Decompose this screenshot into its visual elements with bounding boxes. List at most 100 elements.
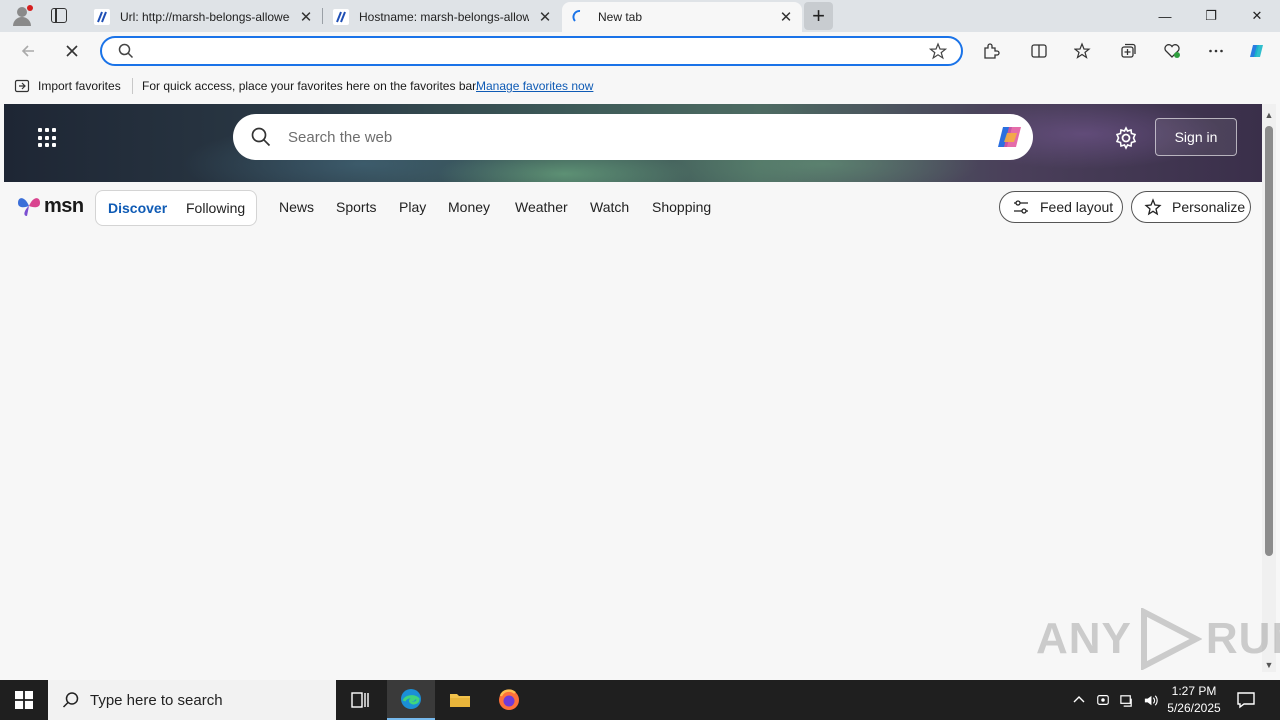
feed-layout-label: Feed layout bbox=[1040, 199, 1114, 215]
msn-new-tab-page: Sign in msn Discover Following News Spor… bbox=[4, 104, 1262, 676]
clock-date: 5/26/2025 bbox=[1167, 701, 1221, 715]
task-view-icon bbox=[351, 692, 369, 708]
edge-taskbar-button[interactable] bbox=[387, 680, 435, 720]
system-clock[interactable]: 1:27 PM 5/26/2025 bbox=[1162, 683, 1226, 717]
tab-url[interactable]: Url: http://marsh-belongs-allowed ✕ bbox=[84, 2, 322, 32]
address-input[interactable] bbox=[142, 41, 922, 61]
favorites-hint: For quick access, place your favorites h… bbox=[142, 79, 479, 93]
puzzle-icon bbox=[984, 43, 1000, 59]
msn-logo-text: msn bbox=[44, 194, 84, 217]
nav-shopping[interactable]: Shopping bbox=[652, 199, 711, 215]
address-bar[interactable] bbox=[100, 36, 963, 66]
tab-discover[interactable]: Discover bbox=[108, 200, 167, 216]
collections-icon bbox=[1121, 43, 1136, 58]
heart-pulse-icon bbox=[1164, 44, 1180, 58]
show-hidden-icons-icon[interactable] bbox=[1070, 691, 1088, 709]
play-triangle-icon bbox=[1140, 608, 1202, 670]
profile-avatar-icon[interactable] bbox=[10, 4, 34, 28]
back-arrow-icon bbox=[21, 45, 34, 57]
tab-close-icon[interactable]: ✕ bbox=[776, 7, 796, 27]
copilot-button[interactable] bbox=[1243, 38, 1271, 64]
sliders-icon bbox=[1014, 200, 1028, 214]
tab-new-tab[interactable]: New tab ✕ bbox=[562, 2, 802, 32]
windows-logo-icon bbox=[15, 691, 33, 709]
split-screen-icon bbox=[1031, 44, 1047, 58]
edge-browser-icon bbox=[401, 689, 421, 709]
nav-news[interactable]: News bbox=[279, 199, 314, 215]
notifications-icon[interactable] bbox=[1236, 690, 1256, 710]
watermark-text-right: RUN bbox=[1205, 614, 1280, 663]
import-favorites-button[interactable]: Import favorites bbox=[14, 78, 121, 94]
scroll-thumb[interactable] bbox=[1265, 126, 1273, 556]
tab-close-icon[interactable]: ✕ bbox=[296, 7, 316, 27]
task-view-button[interactable] bbox=[336, 680, 384, 720]
personalize-button[interactable]: Personalize bbox=[1131, 191, 1251, 223]
nav-play[interactable]: Play bbox=[399, 199, 426, 215]
search-icon bbox=[251, 127, 271, 147]
settings-more-button[interactable] bbox=[1202, 38, 1230, 64]
new-tab-button[interactable]: + bbox=[804, 2, 833, 30]
scroll-up-arrow-icon[interactable]: ▲ bbox=[1264, 110, 1274, 120]
import-icon bbox=[14, 79, 30, 93]
meet-now-icon[interactable] bbox=[1094, 691, 1112, 709]
manage-favorites-link[interactable]: Manage favorites now bbox=[476, 79, 593, 93]
nav-weather[interactable]: Weather bbox=[515, 199, 568, 215]
sign-in-button[interactable]: Sign in bbox=[1155, 118, 1237, 156]
personalize-label: Personalize bbox=[1172, 199, 1246, 215]
network-icon[interactable] bbox=[1117, 691, 1135, 709]
hero-background: Sign in bbox=[4, 104, 1262, 182]
volume-icon[interactable] bbox=[1141, 691, 1159, 709]
tab-actions-icon[interactable] bbox=[51, 8, 67, 23]
favorites-button[interactable] bbox=[1069, 38, 1097, 64]
firefox-icon bbox=[499, 689, 519, 710]
tab-following[interactable]: Following bbox=[186, 200, 245, 216]
nav-sports[interactable]: Sports bbox=[336, 199, 376, 215]
tab-hostname[interactable]: Hostname: marsh-belongs-allowed ✕ bbox=[323, 2, 561, 32]
copilot-icon bbox=[1250, 45, 1263, 57]
app-launcher-icon[interactable] bbox=[38, 128, 58, 148]
favorites-bar: Import favorites For quick access, place… bbox=[0, 70, 1280, 102]
tab-title: New tab bbox=[598, 10, 643, 24]
extensions-button[interactable] bbox=[977, 38, 1005, 64]
nav-money[interactable]: Money bbox=[448, 199, 490, 215]
windows-taskbar: Type here to search 1:27 PM 5/26/2025 bbox=[0, 680, 1280, 720]
search-icon bbox=[62, 692, 79, 708]
tab-title: Hostname: marsh-belongs-allowed bbox=[359, 10, 529, 24]
tab-title: Url: http://marsh-belongs-allowed bbox=[120, 10, 290, 24]
favorite-star-icon[interactable] bbox=[929, 42, 947, 60]
clock-time: 1:27 PM bbox=[1171, 684, 1217, 698]
taskbar-search-placeholder: Type here to search bbox=[90, 691, 223, 709]
settings-gear-icon[interactable] bbox=[1114, 126, 1138, 150]
stop-button[interactable] bbox=[58, 38, 86, 64]
feed-layout-button[interactable]: Feed layout bbox=[999, 191, 1123, 223]
anyrun-watermark: ANY RUN bbox=[1036, 608, 1280, 670]
taskbar-search[interactable]: Type here to search bbox=[48, 680, 336, 720]
tab-strip: Url: http://marsh-belongs-allowed ✕ Host… bbox=[0, 0, 1280, 32]
msn-logo[interactable]: msn bbox=[16, 194, 84, 218]
msn-butterfly-icon bbox=[18, 198, 40, 216]
web-search-input[interactable] bbox=[288, 127, 968, 147]
browser-essentials-button[interactable] bbox=[1158, 38, 1186, 64]
collections-button[interactable] bbox=[1114, 38, 1142, 64]
restore-button[interactable]: ❐ bbox=[1188, 0, 1234, 32]
split-screen-button[interactable] bbox=[1025, 38, 1053, 64]
divider bbox=[132, 78, 133, 94]
close-window-button[interactable]: ✕ bbox=[1234, 0, 1280, 32]
minimize-button[interactable]: — bbox=[1142, 0, 1188, 32]
file-explorer-button[interactable] bbox=[436, 680, 484, 720]
search-icon bbox=[118, 43, 134, 59]
nav-watch[interactable]: Watch bbox=[590, 199, 629, 215]
tab-close-icon[interactable]: ✕ bbox=[535, 7, 555, 27]
loading-spinner-icon bbox=[572, 9, 588, 25]
firefox-button[interactable] bbox=[485, 680, 533, 720]
start-button[interactable] bbox=[0, 680, 48, 720]
page-scrollbar[interactable]: ▲ ▼ bbox=[1262, 104, 1276, 672]
feed-navigation: msn Discover Following News Sports Play … bbox=[4, 188, 1262, 228]
more-dots-icon bbox=[1209, 49, 1223, 53]
copilot-icon[interactable] bbox=[995, 122, 1025, 152]
web-search-box[interactable] bbox=[233, 114, 1033, 160]
browser-toolbar bbox=[0, 32, 1280, 70]
back-button[interactable] bbox=[14, 38, 42, 64]
feed-toggle: Discover Following bbox=[95, 190, 257, 226]
site-favicon-icon bbox=[94, 9, 110, 25]
